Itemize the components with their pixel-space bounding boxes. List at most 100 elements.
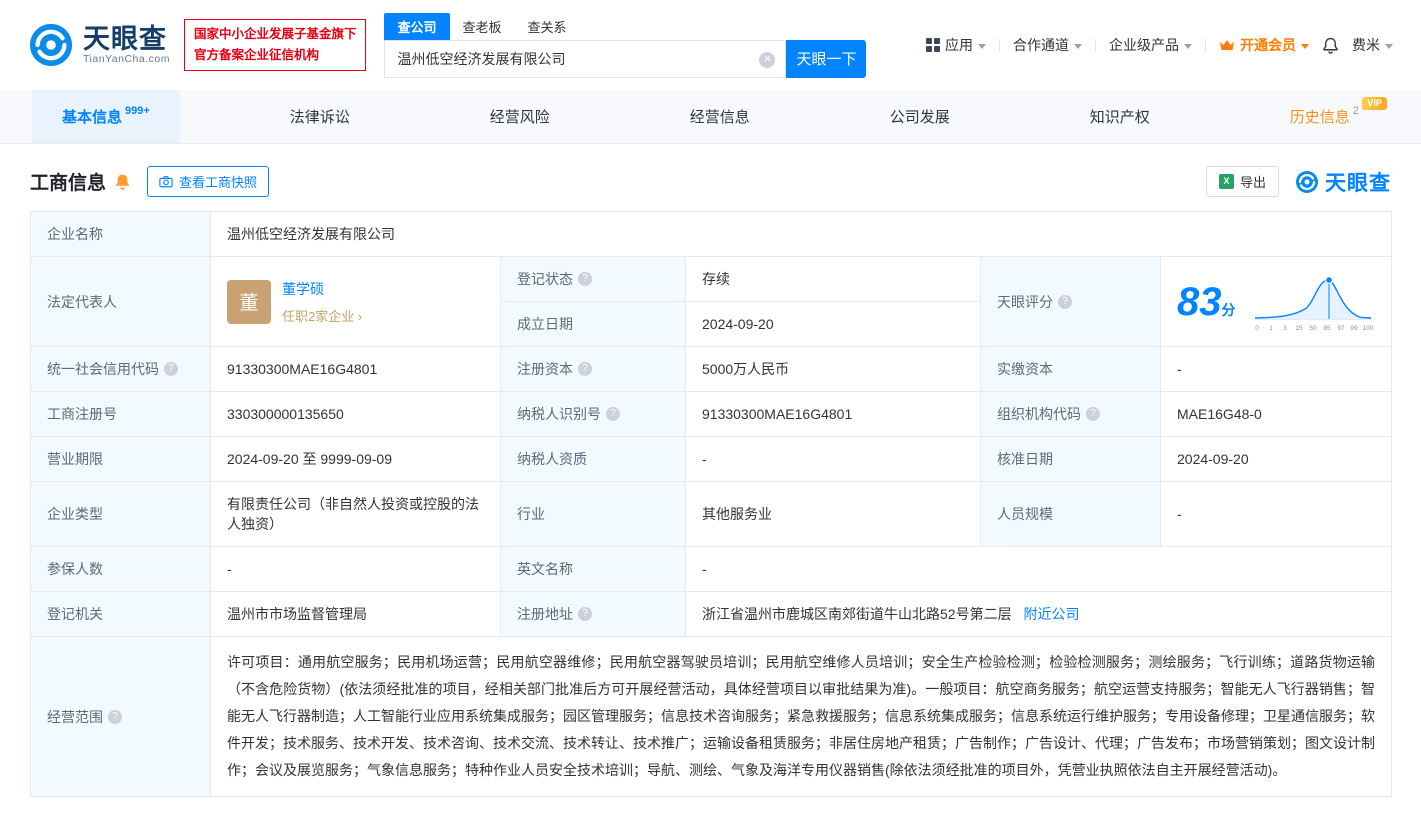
snapshot-button-label: 查看工商快照 xyxy=(179,175,258,190)
nav-user-account[interactable]: 费米 xyxy=(1352,35,1393,55)
org-code-value: MAE16G48-0 xyxy=(1159,391,1393,437)
paid-capital-value: - xyxy=(1159,346,1393,392)
search-tab-relation[interactable]: 查关系 xyxy=(515,13,580,40)
svg-text:50: 50 xyxy=(1309,325,1317,332)
bell-icon xyxy=(1323,37,1338,54)
info-icon[interactable] xyxy=(606,407,620,421)
svg-text:1: 1 xyxy=(1269,325,1273,332)
tab-label: 法律诉讼 xyxy=(289,109,350,126)
gov-badge-line2: 官方备案企业征信机构 xyxy=(193,48,319,62)
avatar[interactable]: 董 xyxy=(227,279,271,324)
chevron-down-icon xyxy=(1184,43,1192,49)
reg-address-cell: 浙江省温州市鹿城区南郊街道牛山北路52号第二层 附近公司 xyxy=(684,591,1393,637)
nav-apps[interactable]: 应用 xyxy=(926,35,986,55)
nav-vip-label: 开通会员 xyxy=(1240,37,1296,53)
search-input[interactable] xyxy=(385,40,786,77)
business-info-table: 企业名称 温州低空经济发展有限公司 法定代表人 董 董学硕 任职2家企业 › 登… xyxy=(30,211,1393,797)
search-tab-company[interactable]: 查公司 xyxy=(384,12,450,40)
table-row: 登记机关 温州市市场监督管理局 注册地址 浙江省温州市鹿城区南郊街道牛山北路52… xyxy=(30,591,1393,637)
crown-icon xyxy=(1220,40,1234,50)
staff-size-value: - xyxy=(1159,481,1393,547)
svg-text:99: 99 xyxy=(1350,325,1358,332)
score-cell: 83分 0 1 3 15 50 85 97 99 100 xyxy=(1159,256,1393,347)
chevron-down-icon xyxy=(978,43,986,49)
tianyancha-logo-icon xyxy=(1296,170,1318,193)
tab-operation-risk[interactable]: 经营风险 xyxy=(460,90,580,143)
nav-cooperation-label: 合作通道 xyxy=(1013,37,1069,53)
field-label: 行业 xyxy=(500,481,686,547)
nav-cooperation[interactable]: 合作通道 xyxy=(1013,35,1082,55)
tab-label: 历史信息 xyxy=(1289,109,1350,126)
establish-date-value: 2024-09-20 xyxy=(685,301,981,347)
info-icon[interactable] xyxy=(578,607,592,621)
business-scope-value: 许可项目：通用航空服务；民用机场运营；民用航空器维修；民用航空器驾驶员培训；民用… xyxy=(209,636,1393,797)
field-label: 注册地址 xyxy=(500,591,686,637)
nearby-companies-link[interactable]: 附近公司 xyxy=(1023,606,1079,622)
chevron-down-icon xyxy=(1301,43,1309,49)
top-navigation: 应用 合作通道 企业级产品 开通会员 费米 xyxy=(926,35,1393,55)
tab-history-info[interactable]: 历史信息 2 VIP xyxy=(1260,90,1389,143)
nav-user-label: 费米 xyxy=(1352,37,1380,53)
tianyancha-logo-icon xyxy=(28,22,74,68)
reg-authority-value: 温州市市场监督管理局 xyxy=(210,591,501,637)
info-icon[interactable] xyxy=(108,709,122,724)
field-label: 统一社会信用代码 xyxy=(30,346,211,392)
tab-legal-litigation[interactable]: 法律诉讼 xyxy=(260,90,380,143)
tab-basic-info[interactable]: 基本信息 999+ xyxy=(32,90,180,143)
clear-search-icon[interactable] xyxy=(759,51,776,68)
table-row: 企业类型 有限责任公司（非自然人投资或控股的法人独资） 行业 其他服务业 人员规… xyxy=(30,481,1393,547)
field-label: 营业期限 xyxy=(30,436,211,482)
nav-divider xyxy=(1205,38,1206,52)
company-type-value: 有限责任公司（非自然人投资或控股的法人独资） xyxy=(210,481,501,547)
info-icon[interactable] xyxy=(1058,294,1072,309)
legal-rep-link[interactable]: 董学硕 xyxy=(282,279,362,299)
search-area: 查公司 查老板 查关系 天眼一下 xyxy=(384,12,867,78)
table-row: 工商注册号 330300000135650 纳税人识别号 91330300MAE… xyxy=(30,391,1393,437)
table-row: 企业名称 温州低空经济发展有限公司 xyxy=(30,211,1393,257)
field-label: 注册资本 xyxy=(500,346,686,392)
tab-company-development[interactable]: 公司发展 xyxy=(860,90,980,143)
grid-icon xyxy=(926,38,940,52)
company-section-tabbar: 基本信息 999+ 法律诉讼 经营风险 经营信息 公司发展 知识产权 历史信息 … xyxy=(0,90,1421,144)
search-button[interactable]: 天眼一下 xyxy=(786,39,867,78)
field-label: 工商注册号 xyxy=(30,391,211,437)
field-label: 企业名称 xyxy=(30,211,211,257)
info-icon[interactable] xyxy=(578,362,592,376)
info-icon[interactable] xyxy=(578,272,592,286)
chevron-down-icon xyxy=(1385,43,1393,49)
svg-text:0: 0 xyxy=(1255,325,1259,332)
field-label: 核准日期 xyxy=(980,436,1161,482)
tab-badge: 999+ xyxy=(125,104,150,117)
field-label: 人员规模 xyxy=(980,481,1161,547)
svg-text:97: 97 xyxy=(1337,325,1345,332)
svg-text:15: 15 xyxy=(1295,325,1303,332)
nav-enterprise-label: 企业级产品 xyxy=(1109,37,1179,53)
search-tab-boss[interactable]: 查老板 xyxy=(450,13,515,40)
snapshot-button[interactable]: 查看工商快照 xyxy=(147,166,270,197)
monitor-bell-icon[interactable] xyxy=(114,173,131,190)
info-icon[interactable] xyxy=(1086,407,1100,421)
industry-value: 其他服务业 xyxy=(685,481,981,547)
nav-open-vip[interactable]: 开通会员 xyxy=(1219,35,1309,55)
export-button[interactable]: 导出 xyxy=(1205,166,1279,197)
nav-divider xyxy=(1095,38,1096,52)
field-label: 法定代表人 xyxy=(30,256,211,347)
table-row: 统一社会信用代码 91330300MAE16G4801 注册资本 5000万人民… xyxy=(30,346,1393,392)
field-label: 纳税人识别号 xyxy=(500,391,686,437)
nav-notifications[interactable] xyxy=(1322,37,1339,54)
field-label: 组织机构代码 xyxy=(980,391,1161,437)
table-row: 参保人数 - 英文名称 - xyxy=(30,546,1393,592)
tab-badge: 2 xyxy=(1352,104,1359,117)
nav-enterprise-products[interactable]: 企业级产品 xyxy=(1109,35,1192,55)
field-label: 登记机关 xyxy=(30,591,211,637)
tab-label: 公司发展 xyxy=(889,109,950,126)
legal-rep-companies-link[interactable]: 任职2家企业 › xyxy=(282,306,362,325)
info-icon[interactable] xyxy=(164,362,178,376)
tab-intellectual-property[interactable]: 知识产权 xyxy=(1060,90,1180,143)
site-logo[interactable]: 天眼查 TianYanCha.com xyxy=(28,22,170,68)
tab-operation-info[interactable]: 经营信息 xyxy=(660,90,780,143)
tianyancha-company-page: 天眼查 TianYanCha.com 国家中小企业发展子基金旗下 官方备案企业征… xyxy=(0,0,1421,818)
score-value: 83 xyxy=(1177,279,1222,324)
tab-label: 基本信息 xyxy=(62,109,123,126)
reg-status-value: 存续 xyxy=(685,256,981,302)
